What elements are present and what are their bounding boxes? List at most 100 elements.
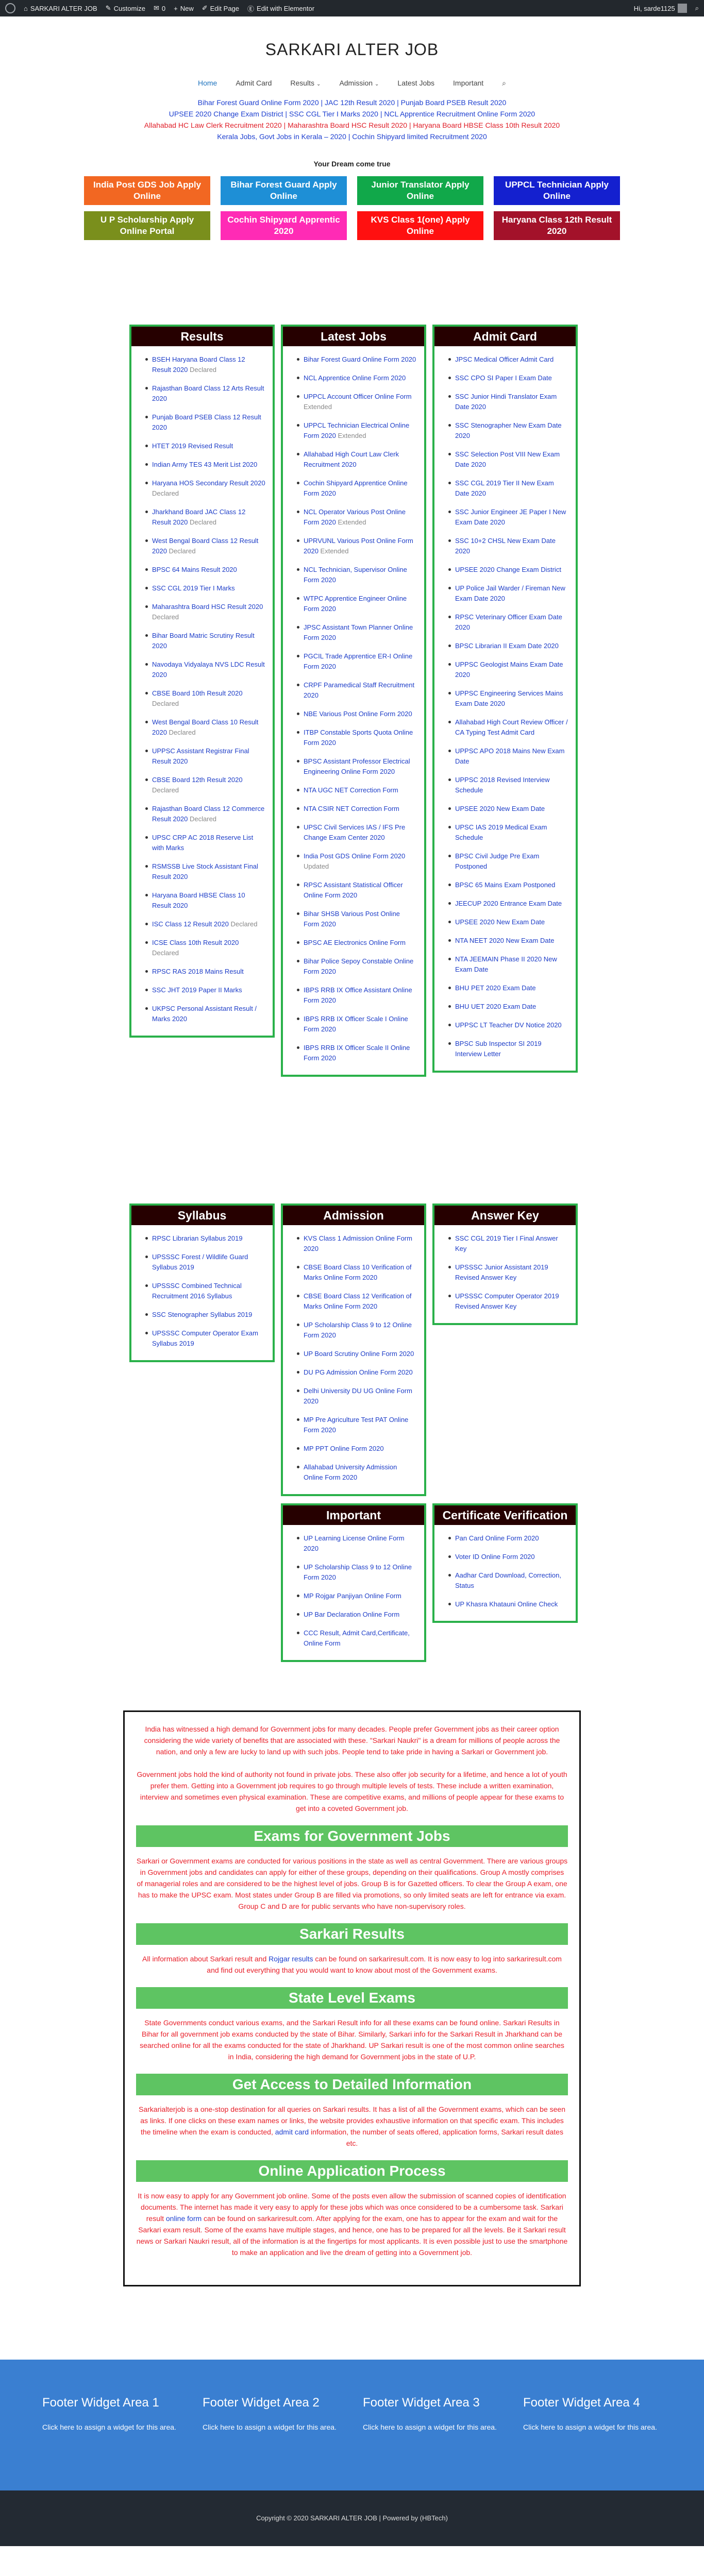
list-item-link[interactable]: CBSE Board 12th Result 2020	[152, 776, 243, 784]
list-item[interactable]: UP Scholarship Class 9 to 12 Online Form…	[297, 1316, 417, 1345]
list-item-link[interactable]: NTA CSIR NET Correction Form	[304, 805, 399, 812]
list-item[interactable]: BPSC 65 Mains Exam Postponed	[448, 876, 568, 894]
list-item-link[interactable]: UPSC IAS 2019 Medical Exam Schedule	[455, 823, 547, 841]
ticker-line[interactable]: Kerala Jobs, Govt Jobs in Kerala – 2020 …	[0, 131, 704, 142]
list-item[interactable]: UKPSC Personal Assistant Result / Marks …	[145, 999, 265, 1028]
list-item[interactable]: ITBP Constable Sports Quota Online Form …	[297, 723, 417, 752]
list-item[interactable]: Aadhar Card Download, Correction, Status	[448, 1566, 568, 1595]
list-item[interactable]: UP Learning License Online Form 2020	[297, 1529, 417, 1558]
list-item-link[interactable]: UPSSSC Computer Operator 2019 Revised An…	[455, 1292, 559, 1310]
list-item[interactable]: SSC CGL 2019 Tier I Marks	[145, 579, 265, 598]
list-item[interactable]: BPSC Librarian II Exam Date 2020	[448, 637, 568, 655]
list-item-link[interactable]: West Bengal Board Class 10 Result 2020	[152, 718, 258, 736]
list-item[interactable]: Pan Card Online Form 2020	[448, 1529, 568, 1548]
list-item-link[interactable]: Bihar Police Sepoy Constable Online Form…	[304, 957, 413, 975]
list-item[interactable]: WTPC Apprentice Engineer Online Form 202…	[297, 589, 417, 618]
nav-admission[interactable]: Admission ⌄	[339, 79, 379, 88]
list-item-link[interactable]: SSC Junior Hindi Translator Exam Date 20…	[455, 393, 557, 411]
list-item[interactable]: UP Board Scrutiny Online Form 2020	[297, 1345, 417, 1363]
admin-bar-customize[interactable]: ✎ Customize	[106, 4, 145, 12]
list-item[interactable]: DU PG Admission Online Form 2020	[297, 1363, 417, 1382]
list-item-link[interactable]: JEECUP 2020 Entrance Exam Date	[455, 900, 562, 907]
list-item-link[interactable]: UPPSC LT Teacher DV Notice 2020	[455, 1021, 562, 1029]
list-item-link[interactable]: UPSSSC Junior Assistant 2019 Revised Ans…	[455, 1263, 548, 1281]
list-item-link[interactable]: Delhi University DU UG Online Form 2020	[304, 1387, 412, 1405]
list-item-link[interactable]: ISC Class 12 Result 2020	[152, 920, 229, 928]
list-item-link[interactable]: NTA NEET 2020 New Exam Date	[455, 937, 554, 944]
list-item-link[interactable]: BPSC Civil Judge Pre Exam Postponed	[455, 852, 539, 870]
list-item-link[interactable]: JPSC Medical Officer Admit Card	[455, 355, 554, 363]
footer-widget-assign-link[interactable]: Click here to assign a widget for this a…	[203, 2421, 341, 2433]
list-item[interactable]: Haryana Board HBSE Class 10 Result 2020	[145, 886, 265, 915]
list-item[interactable]: PGCIL Trade Apprentice ER-I Online Form …	[297, 647, 417, 676]
list-item[interactable]: NCL Apprentice Online Form 2020	[297, 369, 417, 387]
list-item-link[interactable]: UP Learning License Online Form 2020	[304, 1534, 405, 1552]
list-item-link[interactable]: Bihar SHSB Various Post Online Form 2020	[304, 910, 400, 928]
list-item-link[interactable]: BHU UET 2020 Exam Date	[455, 1003, 536, 1010]
list-item[interactable]: UPPSC Geologist Mains Exam Date 2020	[448, 655, 568, 684]
apply-button-haryana-class-12th-result-2020[interactable]: Haryana Class 12th Result 2020	[494, 211, 620, 240]
list-item-link[interactable]: CBSE Board 10th Result 2020	[152, 689, 243, 697]
list-item-link[interactable]: SSC Stenographer Syllabus 2019	[152, 1311, 252, 1318]
list-item-link[interactable]: UPPSC Engineering Services Mains Exam Da…	[455, 689, 563, 707]
list-item[interactable]: Navodaya Vidyalaya NVS LDC Result 2020	[145, 655, 265, 684]
list-item-link[interactable]: SSC CPO SI Paper I Exam Date	[455, 374, 552, 382]
list-item[interactable]: BPSC Assistant Professor Electrical Engi…	[297, 752, 417, 781]
list-item[interactable]: NCL Operator Various Post Online Form 20…	[297, 503, 417, 532]
list-item-link[interactable]: IBPS RRB IX Officer Scale I Online Form …	[304, 1015, 408, 1033]
list-item-link[interactable]: NCL Technician, Supervisor Online Form 2…	[304, 566, 407, 584]
admin-bar-comments[interactable]: ✉ 0	[154, 4, 165, 12]
list-item-link[interactable]: UP Board Scrutiny Online Form 2020	[304, 1350, 414, 1358]
list-item[interactable]: BPSC Sub Inspector SI 2019 Interview Let…	[448, 1035, 568, 1063]
admit-card-link[interactable]: admit card	[275, 2128, 309, 2136]
list-item[interactable]: Bihar Forest Guard Online Form 2020	[297, 350, 417, 369]
list-item-link[interactable]: Aadhar Card Download, Correction, Status	[455, 1571, 561, 1589]
ticker-line[interactable]: Allahabad HC Law Clerk Recruitment 2020 …	[0, 120, 704, 131]
list-item-link[interactable]: MP PPT Online Form 2020	[304, 1445, 384, 1452]
list-item-link[interactable]: DU PG Admission Online Form 2020	[304, 1368, 413, 1376]
list-item[interactable]: SSC Junior Engineer JE Paper I New Exam …	[448, 503, 568, 532]
list-item-link[interactable]: RPSC Assistant Statistical Officer Onlin…	[304, 881, 403, 899]
list-item-link[interactable]: UPPSC Geologist Mains Exam Date 2020	[455, 660, 563, 679]
nav-results[interactable]: Results ⌄	[290, 79, 321, 88]
list-item[interactable]: SSC CGL 2019 Tier I Final Answer Key	[448, 1229, 568, 1258]
list-item-link[interactable]: JPSC Assistant Town Planner Online Form …	[304, 623, 413, 641]
list-item[interactable]: Punjab Board PSEB Class 12 Result 2020	[145, 408, 265, 437]
list-item[interactable]: Jharkhand Board JAC Class 12 Result 2020…	[145, 503, 265, 532]
list-item[interactable]: Allahabad University Admission Online Fo…	[297, 1458, 417, 1487]
list-item-link[interactable]: UPSSSC Combined Technical Recruitment 20…	[152, 1282, 242, 1300]
list-item-link[interactable]: BPSC Assistant Professor Electrical Engi…	[304, 757, 410, 775]
apply-button-u-p-scholarship-apply-online-portal[interactable]: U P Scholarship Apply Online Portal	[84, 211, 210, 240]
list-item-link[interactable]: IBPS RRB IX Office Assistant Online Form…	[304, 986, 412, 1004]
list-item-link[interactable]: MP Pre Agriculture Test PAT Online Form …	[304, 1416, 408, 1434]
list-item-link[interactable]: Bihar Forest Guard Online Form 2020	[304, 355, 416, 363]
list-item[interactable]: RPSC Veterinary Officer Exam Date 2020	[448, 608, 568, 637]
list-item[interactable]: UPSSSC Junior Assistant 2019 Revised Ans…	[448, 1258, 568, 1287]
list-item-link[interactable]: UPSEE 2020 New Exam Date	[455, 918, 545, 926]
list-item[interactable]: UPSC IAS 2019 Medical Exam Schedule	[448, 818, 568, 847]
list-item-link[interactable]: UPSEE 2020 Change Exam District	[455, 566, 561, 573]
list-item-link[interactable]: SSC 10+2 CHSL New Exam Date 2020	[455, 537, 556, 555]
list-item[interactable]: Cochin Shipyard Apprentice Online Form 2…	[297, 474, 417, 503]
nav-important[interactable]: Important	[453, 79, 483, 88]
apply-button-uppcl-technician-apply-online[interactable]: UPPCL Technician Apply Online	[494, 176, 620, 205]
list-item-link[interactable]: Allahabad High Court Law Clerk Recruitme…	[304, 450, 399, 468]
list-item-link[interactable]: Rajasthan Board Class 12 Arts Result 202…	[152, 384, 264, 402]
list-item-link[interactable]: Indian Army TES 43 Merit List 2020	[152, 461, 257, 468]
list-item-link[interactable]: CRPF Paramedical Staff Recruitment 2020	[304, 681, 414, 699]
list-item-link[interactable]: West Bengal Board Class 12 Result 2020	[152, 537, 258, 555]
wordpress-logo-icon[interactable]	[5, 3, 15, 13]
list-item[interactable]: UPPSC 2018 Revised Interview Schedule	[448, 771, 568, 800]
list-item[interactable]: NTA JEEMAIN Phase II 2020 New Exam Date	[448, 950, 568, 979]
list-item-link[interactable]: CBSE Board Class 12 Verification of Mark…	[304, 1292, 412, 1310]
list-item[interactable]: NCL Technician, Supervisor Online Form 2…	[297, 561, 417, 589]
list-item[interactable]: SSC CGL 2019 Tier II New Exam Date 2020	[448, 474, 568, 503]
list-item[interactable]: UPSSSC Combined Technical Recruitment 20…	[145, 1277, 265, 1306]
list-item-link[interactable]: Voter ID Online Form 2020	[455, 1553, 535, 1561]
list-item-link[interactable]: Navodaya Vidyalaya NVS LDC Result 2020	[152, 660, 265, 679]
list-item-link[interactable]: RSMSSB Live Stock Assistant Final Result…	[152, 862, 258, 880]
admin-bar-edit-elementor[interactable]: Ⓔ Edit with Elementor	[247, 4, 314, 13]
list-item-link[interactable]: WTPC Apprentice Engineer Online Form 202…	[304, 595, 407, 613]
list-item[interactable]: SSC Selection Post VIII New Exam Date 20…	[448, 445, 568, 474]
list-item[interactable]: Rajasthan Board Class 12 Arts Result 202…	[145, 379, 265, 408]
